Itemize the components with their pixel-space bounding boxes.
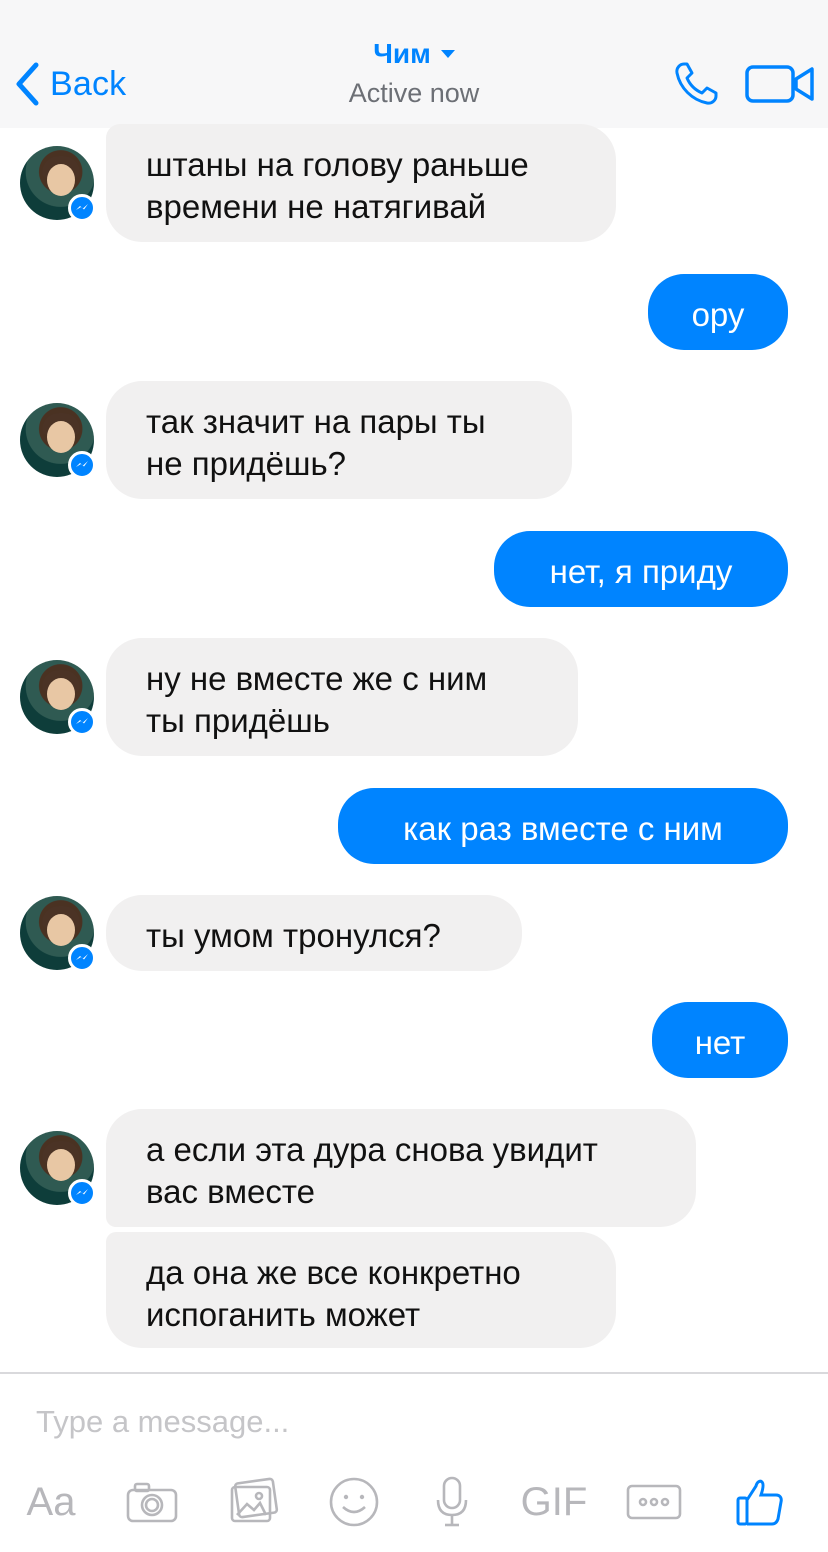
conversation-header: Back Чим Active now — [0, 0, 828, 128]
messenger-badge-icon — [68, 451, 96, 479]
outgoing-message[interactable]: нет, я приду — [494, 531, 788, 607]
contact-name-button[interactable]: Чим — [373, 38, 455, 70]
like-icon — [736, 1479, 783, 1526]
incoming-message[interactable]: штаны на голову раньше времени не натяги… — [106, 124, 616, 242]
chevron-left-icon — [16, 62, 39, 106]
messenger-badge-icon — [68, 1179, 96, 1207]
outgoing-message[interactable]: как раз вместе с ним — [338, 788, 788, 864]
caret-down-icon — [440, 50, 455, 58]
microphone-button[interactable] — [428, 1474, 476, 1530]
active-status: Active now — [348, 78, 480, 108]
camera-button[interactable] — [122, 1474, 182, 1530]
contact-avatar[interactable] — [20, 146, 96, 222]
avatar-face — [47, 678, 75, 710]
more-icon — [626, 1484, 682, 1520]
gif-button[interactable]: GIF — [516, 1474, 592, 1530]
contact-avatar[interactable] — [20, 1131, 96, 1207]
avatar-face — [47, 164, 75, 196]
avatar-face — [47, 1149, 75, 1181]
contact-avatar[interactable] — [20, 896, 96, 972]
emoji-icon — [329, 1477, 379, 1527]
contact-info: Чим Active now — [214, 38, 614, 109]
video-call-icon[interactable] — [744, 62, 816, 106]
messenger-badge-icon — [68, 708, 96, 736]
incoming-message[interactable]: да она же все конкретно испоганить может — [106, 1232, 616, 1348]
composer: Aa GIF — [0, 1372, 828, 1552]
text-format-button[interactable]: Aa — [20, 1474, 82, 1530]
emoji-button[interactable] — [324, 1474, 384, 1530]
phone-icon[interactable] — [670, 58, 722, 110]
microphone-icon — [436, 1476, 468, 1527]
like-button[interactable] — [730, 1474, 790, 1530]
incoming-message[interactable]: а если эта дура снова увидит вас вместе — [106, 1109, 696, 1227]
avatar-face — [47, 914, 75, 946]
outgoing-message[interactable]: ору — [648, 274, 788, 350]
messenger-badge-icon — [68, 944, 96, 972]
back-button[interactable]: Back — [14, 60, 126, 108]
contact-avatar[interactable] — [20, 660, 96, 736]
gallery-icon — [230, 1477, 279, 1523]
avatar-face — [47, 421, 75, 453]
contact-avatar[interactable] — [20, 403, 96, 479]
incoming-message[interactable]: ну не вместе же с ним ты придёшь — [106, 638, 578, 756]
message-input[interactable] — [36, 1400, 776, 1444]
camera-icon — [126, 1482, 178, 1523]
messenger-badge-icon — [68, 194, 96, 222]
back-label: Back — [50, 64, 127, 103]
incoming-message[interactable]: так значит на пары ты не придёшь? — [106, 381, 572, 499]
text-format-label: Aa — [26, 1479, 76, 1524]
gif-label: GIF — [520, 1479, 588, 1524]
contact-name: Чим — [373, 38, 431, 69]
outgoing-message[interactable]: нет — [652, 1002, 788, 1078]
incoming-message[interactable]: ты умом тронулся? — [106, 895, 522, 971]
more-options-button[interactable] — [624, 1474, 684, 1530]
gallery-button[interactable] — [224, 1474, 284, 1530]
